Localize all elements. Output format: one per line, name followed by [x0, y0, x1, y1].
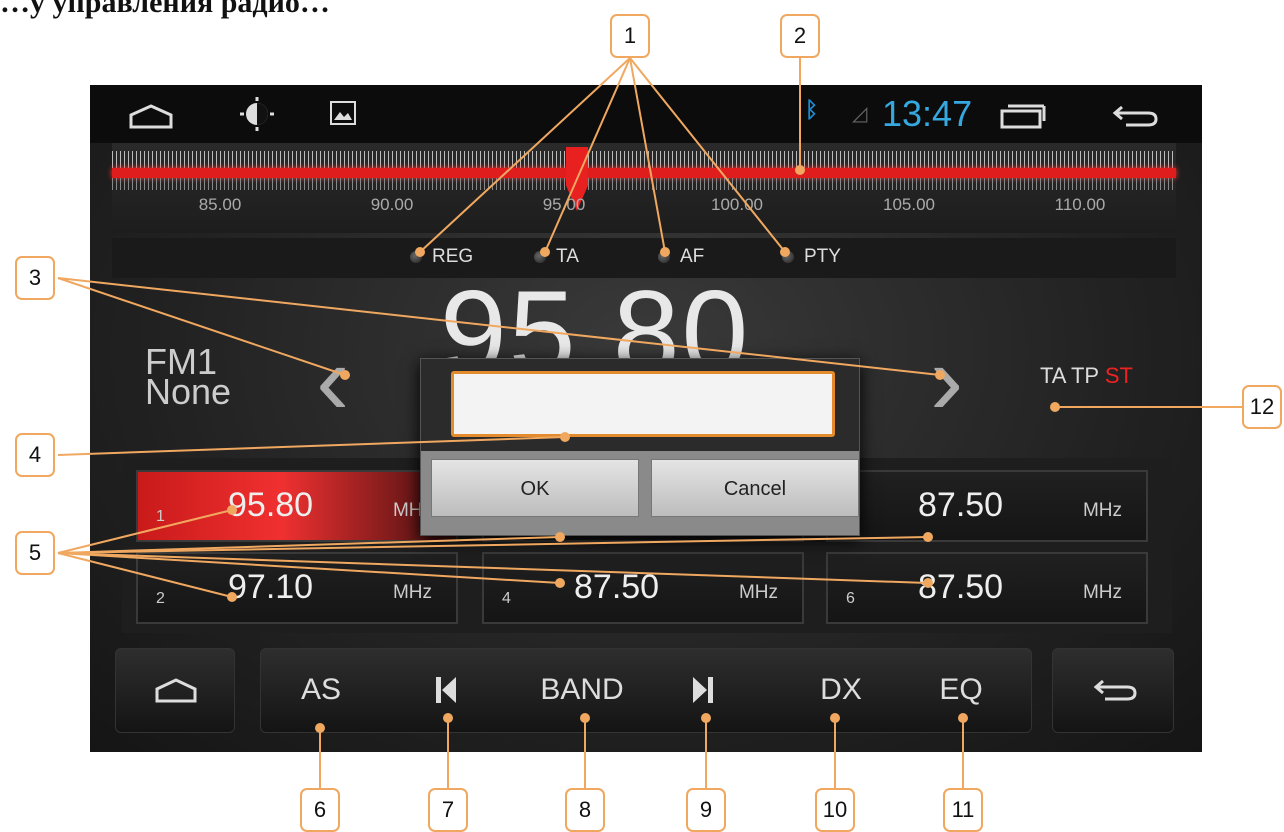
callout-6: 6 — [300, 788, 340, 832]
callout-7: 7 — [428, 788, 468, 832]
callout-12: 12 — [1242, 385, 1282, 429]
callout-11: 11 — [943, 788, 983, 832]
callout-leader-lines — [57, 57, 1242, 788]
callout-3: 3 — [15, 256, 55, 300]
callout-10: 10 — [815, 788, 855, 832]
callout-5: 5 — [15, 531, 55, 575]
callout-1: 1 — [610, 14, 650, 58]
callout-9: 9 — [686, 788, 726, 832]
callout-8: 8 — [565, 788, 605, 832]
callout-4: 4 — [15, 433, 55, 477]
manual-figure: …у управления радио… ᛒ ◿ 13:47 85.00 90.… — [0, 0, 1284, 832]
callout-2: 2 — [780, 14, 820, 58]
